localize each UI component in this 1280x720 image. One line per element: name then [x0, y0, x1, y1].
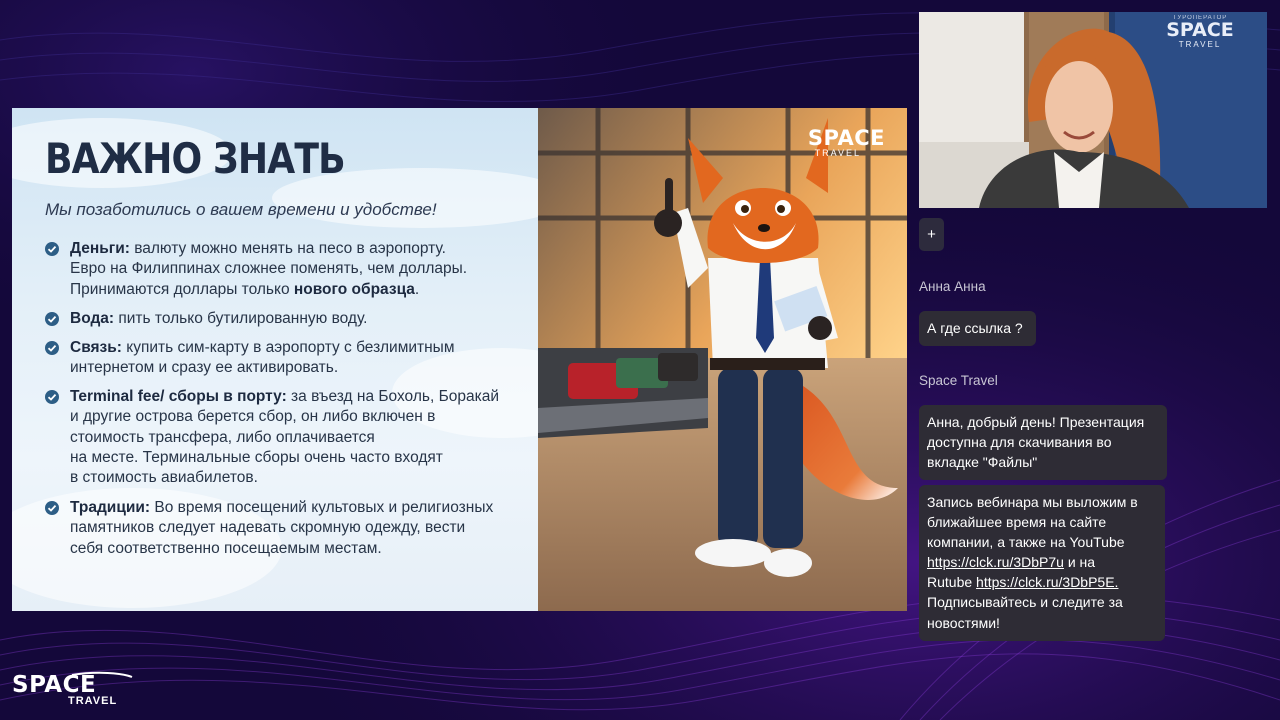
add-button[interactable]: + — [919, 218, 944, 251]
check-icon — [45, 312, 59, 326]
chat-message: Анна, добрый день! Презентация доступна … — [919, 405, 1167, 480]
slide-title: ВАЖНО ЗНАТЬ — [45, 134, 346, 183]
slide-text-panel: ВАЖНО ЗНАТЬ Мы позаботились о вашем врем… — [12, 108, 612, 611]
banner-logo: ТУРОПЕРАТОР SPACE TRAVEL — [1166, 15, 1234, 49]
youtube-link[interactable]: https://clck.ru/3DbP7u — [927, 554, 1064, 570]
check-icon — [45, 242, 59, 256]
rutube-link[interactable]: https://clck.ru/3DbP5E. — [976, 574, 1118, 590]
presentation-slide: ВАЖНО ЗНАТЬ Мы позаботились о вашем врем… — [12, 108, 907, 611]
chat-message: Запись вебинара мы выложим в ближайшее в… — [919, 485, 1165, 641]
fox-pilot-illustration: SPACE TRAVEL — [538, 108, 907, 611]
check-icon — [45, 501, 59, 515]
message-sender: Анна Анна — [919, 279, 986, 294]
check-icon — [45, 341, 59, 355]
space-travel-logo: SPACE TRAVEL — [12, 671, 136, 716]
slide-subtitle: Мы позаботились о вашем времени и удобст… — [45, 200, 437, 219]
slide-logo: SPACE TRAVEL — [807, 126, 885, 158]
webcam-video: ТУРОПЕРАТОР SPACE TRAVEL — [919, 12, 1267, 208]
message-sender: Space Travel — [919, 373, 998, 388]
chat-message: А где ссылка ? — [919, 311, 1036, 346]
airport-scene — [538, 108, 907, 611]
check-icon — [45, 390, 59, 404]
